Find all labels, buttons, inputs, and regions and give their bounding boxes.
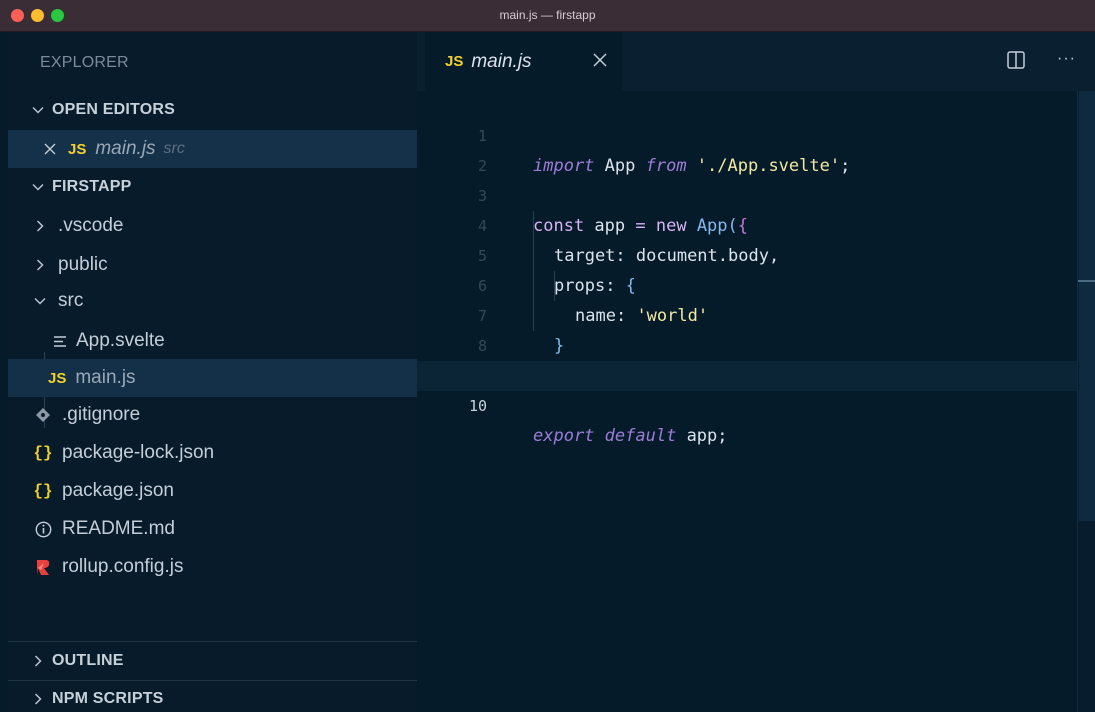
editor-area: JS main.js ··· 1 import App from './App.… [417, 32, 1095, 712]
code-line: 2 [417, 121, 1077, 175]
code-line: 6 name: 'world' [417, 241, 1077, 326]
npm-scripts-label: NPM SCRIPTS [52, 690, 164, 707]
tree-item-label: .gitignore [62, 404, 141, 425]
js-file-icon: JS [445, 53, 464, 70]
tree-item-app-svelte[interactable]: App.svelte [8, 322, 417, 360]
code-line-current: 10 export default app; [417, 361, 1077, 446]
cursor-position-marker [1078, 280, 1095, 282]
code-editor[interactable]: 1 import App from './App.svelte'; 2 3 co… [417, 91, 1095, 712]
js-file-icon: JS [48, 369, 67, 387]
tree-item-rollup-config-js[interactable]: rollup.config.js [8, 548, 417, 586]
tree-item-label: package-lock.json [62, 442, 215, 463]
chevron-right-icon [28, 654, 48, 668]
close-icon[interactable] [42, 142, 58, 156]
tree-item-public-folder[interactable]: public [8, 246, 417, 284]
explorer-sidebar: EXPLORER OPEN EDITORS JS main.js src FIR… [8, 32, 417, 712]
split-editor-icon[interactable] [1007, 51, 1025, 69]
code-line: 1 import App from './App.svelte'; [417, 91, 1077, 176]
open-editor-file-name: main.js [95, 138, 156, 159]
tree-item-label: src [58, 290, 84, 311]
explorer-title: EXPLORER [40, 54, 129, 71]
close-icon[interactable] [589, 49, 611, 71]
open-editor-file-dir: src [163, 140, 185, 157]
tree-item-package-lock-json[interactable]: {} package-lock.json [8, 434, 417, 472]
tree-item-label: rollup.config.js [62, 556, 184, 577]
outline-section-header[interactable]: OUTLINE [8, 642, 417, 680]
chevron-right-icon [30, 258, 50, 272]
code-line: 9 [417, 331, 1077, 385]
scrollbar-thumb[interactable] [1079, 91, 1095, 521]
git-diamond-icon [32, 407, 54, 423]
code-token: export [533, 426, 595, 446]
tree-item-label: main.js [75, 367, 136, 388]
chevron-down-icon [30, 294, 50, 308]
tree-item-src-folder[interactable]: src [8, 282, 417, 320]
firstapp-section-header[interactable]: FIRSTAPP [8, 168, 417, 206]
chevron-down-icon [28, 103, 48, 117]
tree-item-label: README.md [62, 518, 175, 539]
firstapp-label: FIRSTAPP [52, 178, 132, 195]
tree-item-label: public [58, 254, 108, 275]
code-line: 7 } [417, 271, 1077, 356]
code-token: default [604, 426, 677, 446]
lines-file-icon [52, 335, 68, 348]
tree-item-label: .vscode [58, 215, 124, 236]
title-bar: main.js — firstapp [0, 0, 1095, 32]
chevron-right-icon [30, 219, 50, 233]
tree-item-package-json[interactable]: {} package.json [8, 472, 417, 510]
editor-tab-bar: JS main.js ··· [417, 32, 1095, 91]
tab-label: main.js [471, 50, 532, 72]
tree-item-label: package.json [62, 480, 174, 501]
json-braces-icon: {} [33, 482, 53, 500]
code-line: 5 props: { [417, 211, 1077, 296]
info-icon [32, 521, 54, 538]
open-editors-section-header[interactable]: OPEN EDITORS [8, 91, 417, 129]
more-actions-icon[interactable]: ··· [1057, 50, 1076, 68]
tree-item-vscode-folder[interactable]: .vscode [8, 207, 417, 245]
open-editor-item-main-js[interactable]: JS main.js src [8, 130, 417, 168]
open-editors-label: OPEN EDITORS [52, 101, 176, 118]
line-number: 10 [468, 397, 487, 415]
chevron-down-icon [28, 180, 48, 194]
tree-item-readme-md[interactable]: README.md [8, 510, 417, 548]
code-line: 8 }); [417, 301, 1077, 386]
chevron-right-icon [28, 692, 48, 706]
npm-scripts-section-header[interactable]: NPM SCRIPTS [8, 680, 417, 712]
json-braces-icon: {} [33, 444, 53, 462]
tree-item-gitignore[interactable]: .gitignore [8, 396, 417, 434]
outline-label: OUTLINE [52, 652, 124, 669]
code-text: export default app; [533, 421, 728, 451]
rollup-icon [32, 559, 54, 576]
js-file-icon: JS [68, 140, 87, 158]
tree-item-main-js[interactable]: JS main.js [8, 359, 417, 397]
code-token: app; [676, 426, 728, 446]
window-title: main.js — firstapp [499, 8, 596, 22]
tab-main-js[interactable]: JS main.js [425, 32, 622, 91]
editor-scrollbar[interactable] [1077, 91, 1095, 712]
vscode-window: main.js — firstapp EXPLORER OPEN EDITORS… [0, 0, 1095, 712]
code-line: 3 const app = new App({ [417, 151, 1077, 236]
code-line: 4 target: document.body, [417, 181, 1077, 266]
tree-item-label: App.svelte [76, 330, 165, 351]
